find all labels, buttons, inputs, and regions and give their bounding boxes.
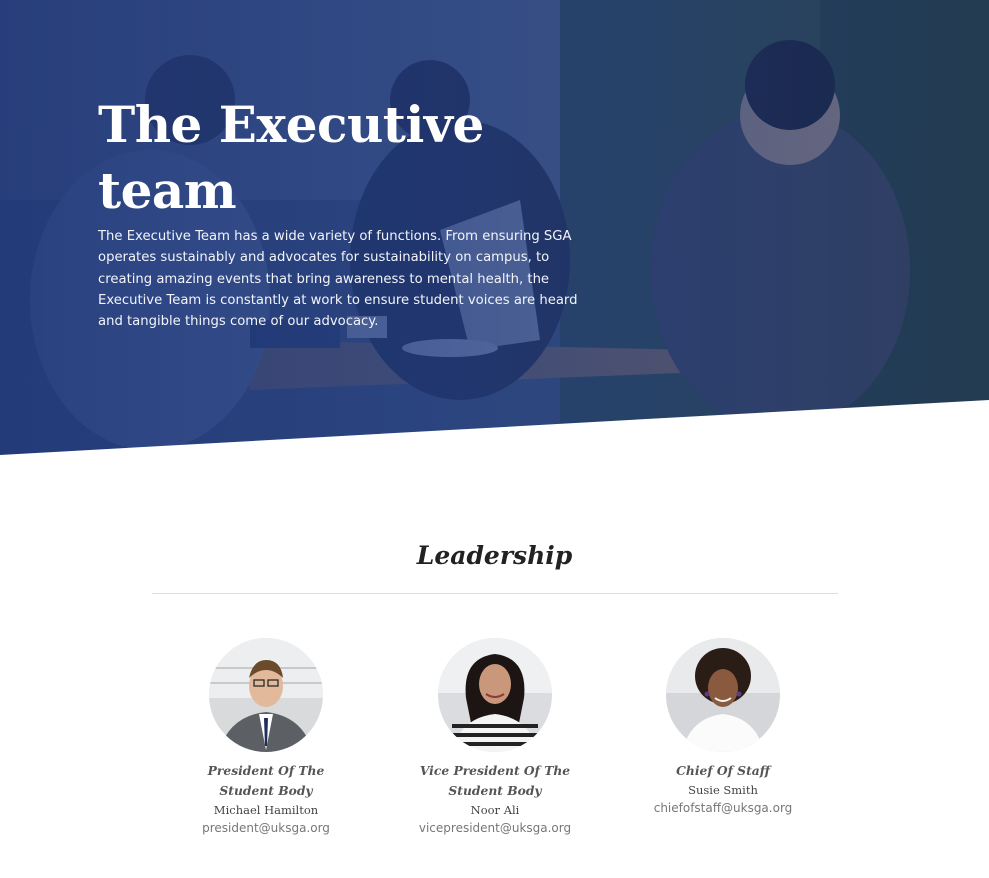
member-name: Noor Ali [470, 803, 520, 817]
hero-text-block: The Executive team The Executive Team ha… [98, 92, 598, 332]
avatar-chief-of-staff [666, 638, 780, 752]
member-email[interactable]: chiefofstaff@uksga.org [623, 799, 823, 818]
hero-banner: The Executive team The Executive Team ha… [0, 0, 989, 460]
member-card-president: President Of The Student Body Michael Ha… [166, 638, 366, 838]
member-role: President Of The Student Body [207, 763, 325, 798]
page-title: The Executive team [98, 95, 484, 220]
member-card-chief-of-staff: Chief Of Staff Susie Smith chiefofstaff@… [623, 638, 823, 818]
member-role: Chief Of Staff [676, 763, 770, 778]
member-name: Susie Smith [688, 783, 758, 797]
member-name: Michael Hamilton [213, 803, 319, 817]
leadership-heading: Leadership [416, 541, 573, 570]
avatar-president [209, 638, 323, 752]
member-role: Vice President Of The Student Body [419, 763, 571, 798]
section-divider [152, 593, 838, 594]
hero-description: The Executive Team has a wide variety of… [98, 229, 578, 330]
member-card-vice-president: Vice President Of The Student Body Noor … [395, 638, 595, 838]
member-email[interactable]: vicepresident@uksga.org [395, 819, 595, 838]
avatar-vice-president [438, 638, 552, 752]
member-email[interactable]: president@uksga.org [166, 819, 366, 838]
